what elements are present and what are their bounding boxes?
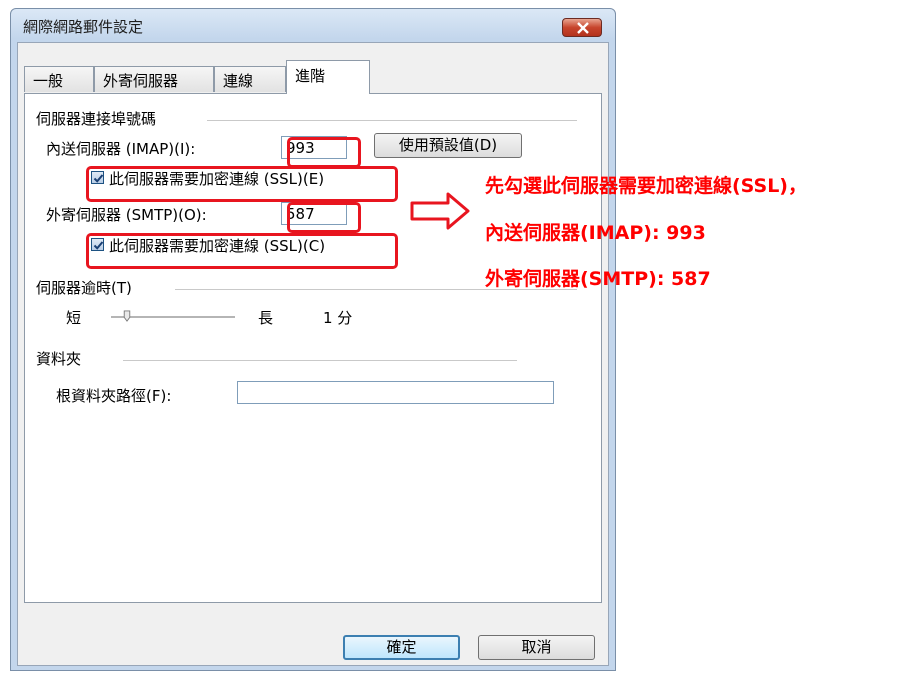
outgoing-port-highlight — [287, 202, 361, 233]
ok-button[interactable]: 確定 — [343, 635, 460, 660]
outgoing-ssl-highlight — [86, 233, 398, 269]
timeout-group-label: 伺服器逾時(T) — [36, 279, 132, 297]
tab-general[interactable]: 一般 — [24, 66, 94, 92]
timeout-slider-thumb[interactable] — [123, 310, 131, 322]
timeout-value: 1 分 — [323, 309, 353, 327]
annotation-line-3: 外寄伺服器(SMTP): 587 — [485, 268, 711, 290]
divider — [207, 120, 577, 121]
folders-group-label: 資料夾 — [36, 350, 82, 368]
annotation-line-2: 內送伺服器(IMAP): 993 — [485, 222, 706, 244]
timeout-long-label: 長 — [258, 309, 274, 327]
incoming-port-highlight — [287, 137, 361, 168]
tab-advanced[interactable]: 進階 — [286, 60, 370, 94]
tab-connection[interactable]: 連線 — [214, 66, 286, 92]
mail-settings-dialog: 網際網路郵件設定 一般 外寄伺服器 連線 進階 伺服器連接埠號碼 內送伺服器 (… — [10, 8, 616, 671]
incoming-server-label: 內送伺服器 (IMAP)(I): — [46, 140, 196, 158]
annotation-line-1: 先勾選此伺服器需要加密連線(SSL)， — [485, 175, 807, 197]
window-title: 網際網路郵件設定 — [23, 18, 144, 36]
root-folder-input[interactable] — [237, 381, 554, 404]
arrow-right-icon — [410, 192, 470, 230]
incoming-ssl-highlight — [86, 166, 398, 202]
cancel-button[interactable]: 取消 — [478, 635, 595, 660]
tab-outgoing-server[interactable]: 外寄伺服器 — [94, 66, 214, 92]
outgoing-server-label: 外寄伺服器 (SMTP)(O): — [46, 206, 207, 224]
root-folder-label: 根資料夾路徑(F): — [56, 387, 172, 405]
ports-group-label: 伺服器連接埠號碼 — [36, 110, 157, 128]
timeout-short-label: 短 — [66, 309, 82, 327]
title-bar[interactable]: 網際網路郵件設定 — [11, 9, 615, 41]
divider — [123, 360, 517, 361]
close-icon — [577, 22, 589, 34]
close-button[interactable] — [562, 18, 602, 37]
use-defaults-button[interactable]: 使用預設值(D) — [374, 133, 522, 158]
dialog-body: 一般 外寄伺服器 連線 進階 伺服器連接埠號碼 內送伺服器 (IMAP)(I):… — [17, 42, 609, 666]
